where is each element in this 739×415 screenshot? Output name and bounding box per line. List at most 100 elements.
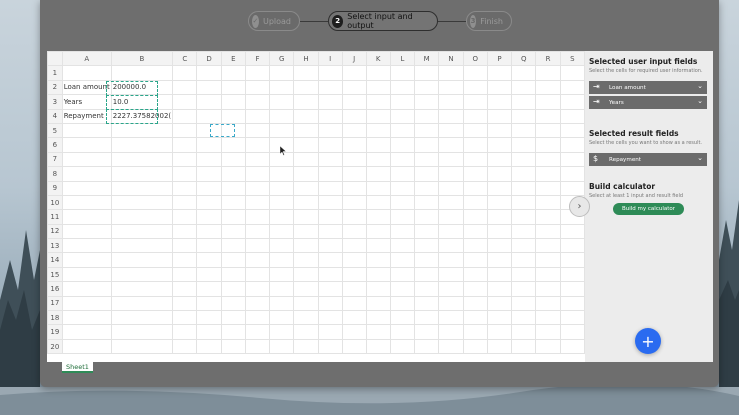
cell[interactable]	[535, 65, 561, 81]
cell[interactable]	[389, 108, 415, 124]
cell[interactable]	[486, 122, 513, 139]
cell[interactable]	[172, 65, 198, 81]
cell[interactable]	[317, 266, 343, 283]
column-header[interactable]: O	[462, 51, 488, 67]
cell[interactable]	[341, 108, 367, 124]
cell[interactable]	[293, 295, 319, 312]
cell[interactable]	[413, 223, 440, 240]
row-header[interactable]: 6	[47, 137, 63, 153]
cell[interactable]	[438, 122, 464, 139]
cell[interactable]	[413, 122, 440, 139]
cell[interactable]	[365, 223, 391, 240]
cell[interactable]	[511, 238, 537, 254]
add-button[interactable]: +	[635, 328, 661, 354]
cell[interactable]	[413, 252, 440, 268]
cell[interactable]	[559, 79, 585, 96]
row-header[interactable]: 4	[47, 108, 63, 124]
cell[interactable]	[172, 166, 198, 182]
row-header[interactable]: 14	[47, 252, 63, 268]
cell[interactable]	[511, 310, 537, 326]
cell[interactable]	[486, 108, 513, 124]
cell[interactable]	[61, 295, 112, 312]
cell[interactable]	[389, 209, 415, 225]
cell[interactable]	[511, 137, 537, 153]
cell[interactable]	[172, 122, 198, 139]
cell[interactable]	[172, 151, 198, 168]
cell[interactable]	[511, 252, 537, 268]
cell[interactable]	[559, 252, 585, 268]
cell[interactable]	[365, 137, 391, 153]
cell[interactable]	[317, 252, 343, 268]
row-header[interactable]: 2	[47, 79, 63, 96]
cell[interactable]	[110, 238, 174, 254]
cell[interactable]	[413, 166, 440, 182]
cell[interactable]	[486, 151, 513, 168]
cell[interactable]	[61, 137, 112, 153]
cell[interactable]	[196, 79, 222, 96]
cell[interactable]	[511, 180, 537, 196]
cell[interactable]	[61, 310, 112, 326]
cell[interactable]	[172, 266, 198, 283]
cell[interactable]: 2227.37582002(	[110, 108, 174, 124]
cell[interactable]	[413, 295, 440, 312]
cell[interactable]	[220, 238, 246, 254]
cell[interactable]	[172, 338, 198, 355]
cell[interactable]	[172, 94, 198, 110]
cell[interactable]	[317, 209, 343, 225]
cell[interactable]	[438, 65, 464, 81]
cell[interactable]	[61, 252, 112, 268]
cell[interactable]	[110, 122, 174, 139]
cell[interactable]	[438, 94, 464, 110]
cell[interactable]	[293, 151, 319, 168]
cell[interactable]	[220, 166, 246, 182]
cell[interactable]	[365, 79, 391, 96]
cell[interactable]	[365, 310, 391, 326]
cell[interactable]	[559, 65, 585, 81]
cell[interactable]	[486, 310, 513, 326]
cell[interactable]	[196, 324, 222, 340]
cell[interactable]	[220, 137, 246, 153]
cell[interactable]	[462, 295, 488, 312]
cell[interactable]	[389, 324, 415, 340]
cell[interactable]	[220, 209, 246, 225]
cell[interactable]	[293, 266, 319, 283]
cell[interactable]	[269, 79, 295, 96]
cell[interactable]	[389, 338, 415, 355]
row-header[interactable]: 20	[47, 338, 63, 355]
cell[interactable]	[293, 108, 319, 124]
column-header[interactable]: R	[535, 51, 561, 67]
cell[interactable]	[317, 79, 343, 96]
spreadsheet[interactable]: ABCDEFGHIJKLMNOPQRS 1 2 Loan amount 200000.…	[47, 51, 585, 362]
column-header[interactable]: K	[365, 51, 391, 67]
cell[interactable]	[462, 338, 488, 355]
cell[interactable]	[220, 295, 246, 312]
cell[interactable]	[220, 338, 246, 355]
cell[interactable]	[220, 79, 246, 96]
cell[interactable]	[365, 238, 391, 254]
cell[interactable]	[341, 194, 367, 211]
cell[interactable]	[389, 281, 415, 297]
cell[interactable]	[172, 194, 198, 211]
row-header[interactable]: 12	[47, 223, 63, 240]
cell[interactable]	[196, 166, 222, 182]
cell[interactable]	[486, 180, 513, 196]
cell[interactable]	[365, 324, 391, 340]
cell[interactable]	[172, 137, 198, 153]
cell[interactable]	[559, 180, 585, 196]
column-header[interactable]: I	[317, 51, 343, 67]
cell[interactable]	[341, 238, 367, 254]
cell[interactable]	[110, 180, 174, 196]
cell[interactable]	[244, 151, 271, 168]
cell[interactable]: Loan amount	[61, 79, 112, 96]
cell[interactable]	[110, 324, 174, 340]
cell[interactable]	[389, 79, 415, 96]
cell[interactable]	[110, 266, 174, 283]
cell[interactable]	[535, 137, 561, 153]
cell[interactable]	[317, 137, 343, 153]
cell[interactable]	[486, 65, 513, 81]
cell[interactable]	[462, 209, 488, 225]
column-header[interactable]: H	[293, 51, 319, 67]
cell[interactable]	[341, 151, 367, 168]
row-header[interactable]: 3	[47, 94, 63, 110]
cell[interactable]	[244, 223, 271, 240]
